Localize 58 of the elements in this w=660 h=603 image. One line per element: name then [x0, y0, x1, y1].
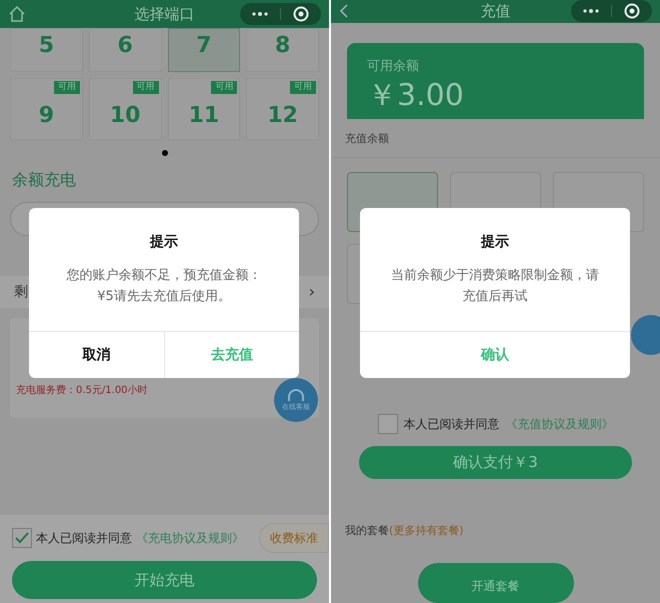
dialog-title: 提示: [148, 233, 179, 252]
capsule-menu[interactable]: [571, 0, 652, 22]
dialog-button[interactable]: 取消: [29, 332, 164, 378]
port-tile[interactable]: 可用 11: [168, 78, 240, 140]
packages-label: 我的套餐: [345, 522, 389, 538]
home-icon[interactable]: [8, 5, 26, 23]
more-icon: [583, 9, 599, 14]
agreement-text: 本人已阅读并同意: [36, 530, 132, 547]
headset-icon: [286, 388, 306, 402]
customer-service-button[interactable]: [631, 315, 660, 355]
dialog-button[interactable]: 确认: [360, 332, 630, 378]
port-tile[interactable]: 可用 12: [246, 78, 319, 140]
port-tile[interactable]: 可用 10: [88, 78, 162, 140]
packages-link[interactable]: (更多持有套餐): [389, 522, 464, 539]
port-number: 8: [274, 32, 290, 60]
available-badge: 可用: [54, 81, 80, 94]
dialog-message: 当前余额少于消费策略限制金额，请充值后再试: [390, 267, 600, 306]
capsule-menu[interactable]: [240, 3, 321, 25]
agreement-link[interactable]: 《充电协议及规则》: [136, 529, 244, 547]
port-tile[interactable]: 7: [168, 28, 240, 72]
start-charging-button[interactable]: 开始充电: [12, 561, 317, 599]
check-icon: [15, 532, 29, 544]
agreement-text: 本人已阅读并同意: [404, 416, 500, 433]
available-badge: 可用: [132, 81, 158, 94]
agreement-link[interactable]: 《充值协议及规则》: [506, 415, 614, 433]
window-title: 充值: [480, 1, 510, 22]
checkbox[interactable]: [12, 528, 32, 548]
back-icon[interactable]: [339, 3, 349, 20]
more-icon: [252, 12, 268, 16]
pay-button[interactable]: 确认支付￥3: [359, 446, 632, 478]
dialog-message: 您的账户余额不足，预充值金额：¥5请先去充值后使用。: [66, 267, 262, 306]
row-label: 剩: [14, 282, 28, 302]
dialog-title: 提示: [480, 233, 510, 252]
available-badge: 可用: [211, 81, 238, 94]
balance-amount: ￥3.00: [367, 77, 465, 116]
dialog-button[interactable]: 去充值: [164, 332, 299, 378]
fee-text: 充电服务费：0.5元/1.00小时: [16, 384, 148, 398]
port-number: 6: [117, 32, 133, 60]
amount-option[interactable]: [347, 244, 361, 304]
open-package-button[interactable]: 开通套餐: [418, 563, 574, 603]
port-number: 12: [267, 102, 298, 130]
pricing-button[interactable]: 收费标准: [259, 523, 329, 553]
available-badge: 可用: [290, 81, 316, 94]
port-number: 11: [188, 102, 220, 130]
chevron-text: ›: [308, 281, 315, 303]
balance-label: 可用余额: [367, 58, 420, 76]
port-number: 10: [110, 102, 140, 130]
port-tile[interactable]: 8: [246, 28, 319, 72]
port-tile[interactable]: 6: [88, 28, 162, 72]
port-tile[interactable]: 5: [10, 28, 83, 72]
checkbox[interactable]: [378, 414, 398, 434]
section-title: 充值余额: [345, 130, 390, 146]
section-title: 余额充电: [12, 169, 77, 191]
port-number: 5: [38, 32, 54, 60]
port-number: 7: [196, 32, 212, 60]
port-number: 9: [38, 102, 54, 130]
port-tile[interactable]: 可用 9: [10, 78, 83, 140]
window-title: 选择端口: [134, 4, 194, 25]
